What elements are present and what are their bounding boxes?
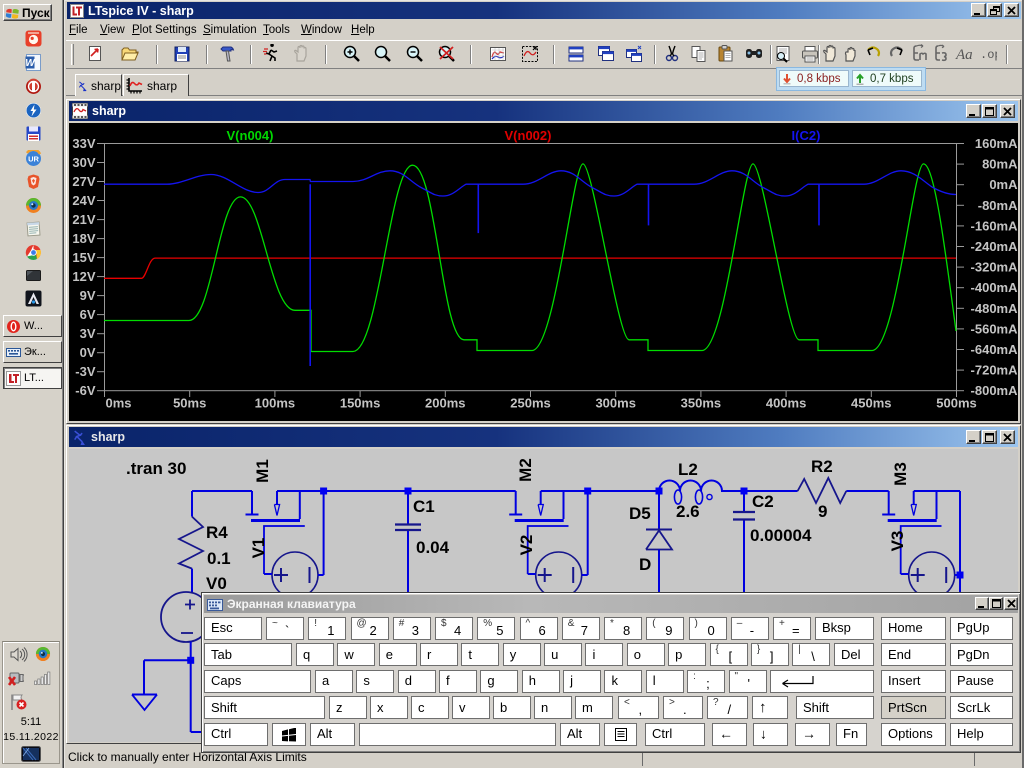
svg-text:24V: 24V [72,193,95,208]
svg-text:450ms: 450ms [851,396,891,411]
svg-text:27V: 27V [72,174,95,189]
svg-text:300ms: 300ms [595,396,635,411]
svg-text:-160mA: -160mA [971,218,1018,233]
svg-text:-640mA: -640mA [971,342,1018,357]
svg-text:V1: V1 [249,538,268,559]
svg-text:D5: D5 [629,504,651,523]
svg-text:50ms: 50ms [173,396,206,411]
svg-text:18V: 18V [72,231,95,246]
svg-text:6V: 6V [80,307,96,322]
svg-text:-400mA: -400mA [971,280,1018,295]
svg-text:500ms: 500ms [936,396,976,411]
svg-text:W: W [25,58,36,69]
svg-text:400ms: 400ms [766,396,806,411]
svg-text:L2: L2 [678,460,698,479]
svg-text:100ms: 100ms [255,396,295,411]
svg-text:C1: C1 [413,497,435,516]
svg-text:Aa: Aa [955,47,973,63]
svg-text:30V: 30V [72,155,95,170]
svg-text:15V: 15V [72,250,95,265]
svg-text:0V: 0V [80,345,96,360]
svg-text:R4: R4 [206,523,228,542]
svg-text:9: 9 [818,502,827,521]
svg-text:350ms: 350ms [681,396,721,411]
svg-text:-3V: -3V [75,364,96,379]
svg-text:C2: C2 [752,492,774,511]
svg-text:80mA: 80mA [982,157,1018,172]
svg-text:200ms: 200ms [425,396,465,411]
svg-text:I(C2): I(C2) [792,128,821,143]
svg-text:M1: M1 [253,459,272,483]
svg-text:21V: 21V [72,212,95,227]
svg-text:-80mA: -80mA [978,198,1018,213]
svg-text:250ms: 250ms [510,396,550,411]
svg-text:-800mA: -800mA [971,383,1018,398]
svg-text:-320mA: -320mA [971,260,1018,275]
svg-text:R2: R2 [811,457,833,476]
svg-text:UR: UR [28,155,39,164]
svg-text:9V: 9V [80,288,96,303]
svg-text:2.6: 2.6 [676,502,700,521]
svg-text:M2: M2 [516,458,535,482]
svg-text:V3: V3 [888,531,907,552]
svg-text:0.00004: 0.00004 [750,526,812,545]
svg-text:-720mA: -720mA [971,363,1018,378]
svg-text:0.1: 0.1 [207,549,231,568]
svg-text:0.04: 0.04 [416,538,450,557]
svg-text:M3: M3 [891,462,910,486]
svg-text:160mA: 160mA [975,136,1018,151]
svg-text:V(n002): V(n002) [505,128,552,143]
svg-text:-560mA: -560mA [971,321,1018,336]
svg-text:V2: V2 [517,535,536,556]
svg-text:150ms: 150ms [340,396,380,411]
svg-text:33V: 33V [72,136,95,151]
svg-text:-480mA: -480mA [971,301,1018,316]
svg-text:V0: V0 [206,574,227,593]
svg-text:0mA: 0mA [989,177,1018,192]
svg-text:-6V: -6V [75,383,96,398]
svg-text:D: D [639,555,651,574]
svg-text:3V: 3V [80,326,96,341]
svg-text:12V: 12V [72,269,95,284]
svg-text:-240mA: -240mA [971,239,1018,254]
svg-text:.op: .op [980,48,997,62]
svg-text:V(n004): V(n004) [227,128,274,143]
svg-text:.tran 30: .tran 30 [126,459,186,478]
svg-text:0ms: 0ms [106,396,132,411]
